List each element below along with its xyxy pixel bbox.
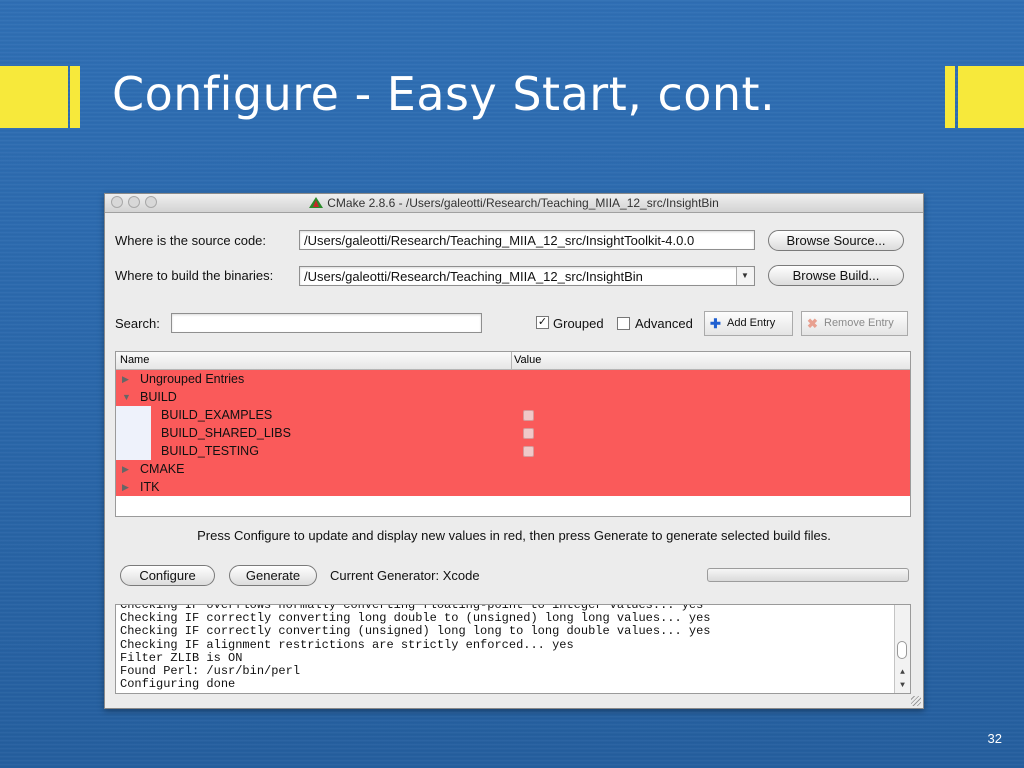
advanced-label: Advanced: [635, 316, 693, 331]
collapsed-triangle-icon[interactable]: ▶: [122, 478, 129, 496]
configure-hint: Press Configure to update and display ne…: [197, 528, 831, 543]
console-scrollbar[interactable]: ▲ ▼: [894, 605, 910, 693]
title-accent-bar-left: [0, 66, 68, 128]
console-line: Configuring done: [120, 677, 236, 692]
build-binaries-value: /Users/galeotti/Research/Teaching_MIIA_1…: [304, 269, 643, 284]
tree-row[interactable]: ▼ BUILD: [116, 388, 910, 406]
add-entry-button[interactable]: ✚ Add Entry: [704, 311, 793, 336]
collapsed-triangle-icon[interactable]: ▶: [122, 370, 129, 388]
build-binaries-label: Where to build the binaries:: [115, 268, 274, 283]
cmake-window: CMake 2.8.6 - /Users/galeotti/Research/T…: [104, 193, 924, 709]
source-code-label: Where is the source code:: [115, 233, 267, 248]
value-checkbox[interactable]: [523, 410, 534, 421]
close-window-button[interactable]: [111, 196, 123, 208]
current-generator: Current Generator: Xcode: [330, 568, 480, 583]
progress-bar: [707, 568, 909, 582]
tree-row[interactable]: ▶ CMAKE: [116, 460, 910, 478]
column-header-value[interactable]: Value: [514, 354, 541, 366]
search-input[interactable]: [171, 313, 482, 333]
tree-row-name: ITK: [140, 480, 160, 494]
output-console[interactable]: Checking IF overflows normally convertin…: [115, 604, 911, 694]
tree-row-gutter: [116, 406, 151, 424]
scrollbar-thumb[interactable]: [897, 641, 907, 659]
source-code-field[interactable]: /Users/galeotti/Research/Teaching_MIIA_1…: [299, 230, 755, 250]
tree-row-name: CMAKE: [140, 462, 185, 476]
grouped-checkbox[interactable]: ✓: [536, 316, 549, 329]
remove-x-icon: ✖: [807, 316, 818, 331]
value-checkbox[interactable]: [523, 428, 534, 439]
window-titlebar[interactable]: CMake 2.8.6 - /Users/galeotti/Research/T…: [105, 194, 923, 213]
build-binaries-combo[interactable]: /Users/galeotti/Research/Teaching_MIIA_1…: [299, 266, 755, 286]
search-label: Search:: [115, 316, 160, 331]
column-divider[interactable]: [511, 352, 512, 369]
slide-title: Configure - Easy Start, cont.: [112, 67, 776, 121]
add-entry-label: Add Entry: [727, 317, 776, 329]
browse-source-button[interactable]: Browse Source...: [768, 230, 904, 251]
dropdown-arrow-icon[interactable]: ▼: [736, 267, 753, 285]
tree-row-gutter: [116, 424, 151, 442]
page-number: 32: [987, 731, 1002, 746]
tree-row[interactable]: BUILD_EXAMPLES: [151, 406, 910, 424]
console-lines: Checking IF overflows normally convertin…: [120, 605, 711, 692]
cache-tree[interactable]: Name Value ▶ Ungrouped Entries ▼ BUILD BUILD…: [115, 351, 911, 517]
plus-icon: ✚: [710, 316, 721, 331]
tree-row[interactable]: ▶ ITK: [116, 478, 910, 496]
title-accent-bar-right: [958, 66, 1024, 128]
tree-header: Name Value: [116, 352, 910, 370]
zoom-window-button[interactable]: [145, 196, 157, 208]
tree-row-name: BUILD: [140, 390, 177, 404]
scroll-down-icon[interactable]: ▼: [895, 679, 910, 692]
scroll-up-icon[interactable]: ▲: [895, 666, 910, 679]
tree-row-name: BUILD_TESTING: [161, 444, 259, 458]
console-line: Checking IF correctly converting (unsign…: [120, 624, 711, 639]
grouped-label: Grouped: [553, 316, 604, 331]
generate-button[interactable]: Generate: [229, 565, 317, 586]
title-accent-bar-left-thin: [70, 66, 80, 128]
resize-grip-icon[interactable]: [911, 696, 921, 706]
minimize-window-button[interactable]: [128, 196, 140, 208]
tree-row-gutter: [116, 442, 151, 460]
collapsed-triangle-icon[interactable]: ▶: [122, 460, 129, 478]
tree-row-name: BUILD_SHARED_LIBS: [161, 426, 291, 440]
tree-row-name: BUILD_EXAMPLES: [161, 408, 273, 422]
console-line: Checking IF alignment restrictions are s…: [120, 637, 574, 652]
tree-row[interactable]: BUILD_TESTING: [151, 442, 910, 460]
advanced-checkbox[interactable]: [617, 317, 630, 330]
tree-row-name: Ungrouped Entries: [140, 372, 245, 386]
expanded-triangle-icon[interactable]: ▼: [122, 388, 131, 406]
window-title: CMake 2.8.6 - /Users/galeotti/Research/T…: [327, 196, 719, 210]
value-checkbox[interactable]: [523, 446, 534, 457]
remove-entry-label: Remove Entry: [824, 317, 894, 329]
browse-build-button[interactable]: Browse Build...: [768, 265, 904, 286]
column-header-name[interactable]: Name: [120, 354, 149, 366]
window-controls: [111, 196, 157, 208]
configure-button[interactable]: Configure: [120, 565, 215, 586]
tree-row[interactable]: BUILD_SHARED_LIBS: [151, 424, 910, 442]
tree-row[interactable]: ▶ Ungrouped Entries: [116, 370, 910, 388]
remove-entry-button[interactable]: ✖ Remove Entry: [801, 311, 908, 336]
cmake-logo-icon: [309, 197, 324, 208]
title-accent-bar-right-thin: [945, 66, 955, 128]
